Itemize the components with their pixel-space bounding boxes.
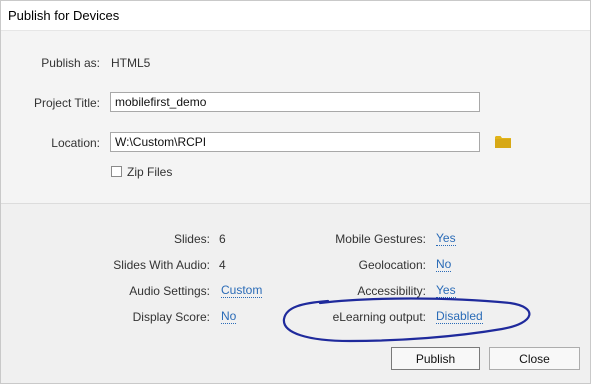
zip-files-label: Zip Files [127, 165, 173, 179]
accessibility-link[interactable]: Yes [436, 284, 456, 298]
audio-settings-label: Audio Settings: [129, 284, 210, 298]
folder-icon[interactable] [495, 135, 511, 148]
close-button[interactable]: Close [489, 347, 580, 370]
elearning-output-label: eLearning output: [332, 310, 426, 324]
mobile-gestures-link[interactable]: Yes [436, 232, 456, 246]
window-title: Publish for Devices [8, 8, 120, 23]
accessibility-label: Accessibility: [357, 284, 426, 298]
display-score-link[interactable]: No [221, 310, 237, 324]
slides-with-audio-value: 4 [219, 258, 226, 272]
location-input[interactable] [110, 132, 480, 152]
project-title-input[interactable] [110, 92, 480, 112]
publish-button[interactable]: Publish [391, 347, 480, 370]
audio-settings-link[interactable]: Custom [221, 284, 263, 298]
slides-value: 6 [219, 232, 226, 246]
project-title-label: Project Title: [33, 96, 100, 110]
elearning-output-link[interactable]: Disabled [436, 310, 483, 324]
title-bar: Publish for Devices [0, 0, 591, 31]
mobile-gestures-label: Mobile Gestures: [335, 232, 426, 246]
publish-as-label: Publish as: [41, 56, 100, 70]
slides-label: Slides: [173, 232, 210, 246]
geolocation-label: Geolocation: [358, 258, 426, 272]
slides-with-audio-label: Slides With Audio: [113, 258, 210, 272]
location-label: Location: [51, 136, 100, 150]
geolocation-link[interactable]: No [436, 258, 452, 272]
display-score-label: Display Score: [132, 310, 210, 324]
zip-files-checkbox[interactable] [111, 166, 122, 177]
publish-as-value: HTML5 [111, 56, 151, 70]
